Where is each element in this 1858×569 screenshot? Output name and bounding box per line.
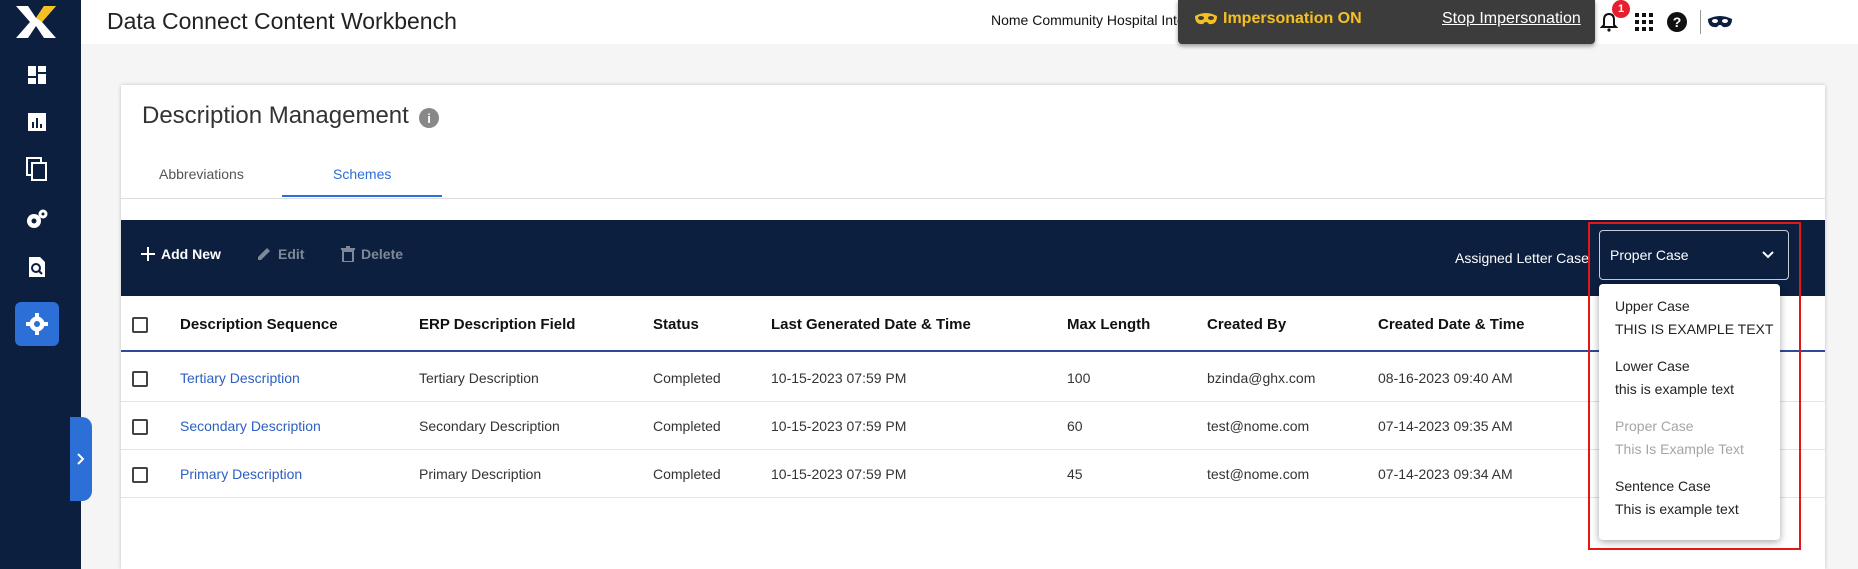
header-divider bbox=[1700, 10, 1701, 34]
description-sequence-link[interactable]: Secondary Description bbox=[180, 418, 321, 434]
cell-status: Completed bbox=[653, 418, 721, 434]
column-header[interactable]: Description Sequence bbox=[180, 316, 338, 333]
select-all-checkbox[interactable] bbox=[132, 317, 148, 333]
impersonate-mask-icon[interactable] bbox=[1707, 9, 1733, 35]
page-title: Description Management bbox=[142, 102, 409, 129]
column-header[interactable]: Max Length bbox=[1067, 316, 1150, 333]
cell-last-generated: 10-15-2023 07:59 PM bbox=[771, 418, 907, 434]
cell-created-date: 07-14-2023 09:34 AM bbox=[1378, 466, 1513, 482]
tab-schemes[interactable]: Schemes bbox=[333, 166, 391, 182]
description-sequence-link[interactable]: Tertiary Description bbox=[180, 370, 300, 386]
sidebar-expand-button[interactable] bbox=[70, 417, 92, 501]
impersonation-status: Impersonation ON bbox=[1223, 10, 1362, 27]
add-new-label: Add New bbox=[161, 246, 221, 262]
cell-created-by: bzinda@ghx.com bbox=[1207, 370, 1316, 386]
column-header[interactable]: Status bbox=[653, 316, 699, 333]
active-tab-indicator bbox=[282, 195, 442, 197]
dashboard-icon[interactable] bbox=[22, 60, 52, 90]
cell-status: Completed bbox=[653, 466, 721, 482]
add-new-button[interactable]: Add New bbox=[141, 246, 221, 262]
apps-grid-icon[interactable] bbox=[1631, 9, 1657, 35]
annotation-highlight-box bbox=[1588, 222, 1801, 550]
delete-label: Delete bbox=[361, 246, 404, 262]
trash-icon bbox=[341, 246, 355, 262]
row-checkbox[interactable] bbox=[132, 467, 148, 483]
plus-icon bbox=[141, 247, 155, 261]
description-management-card: Description Management i Abbreviations S… bbox=[121, 85, 1825, 569]
cell-created-date: 07-14-2023 09:35 AM bbox=[1378, 418, 1513, 434]
app-title: Data Connect Content Workbench bbox=[107, 8, 457, 34]
cell-erp-field: Secondary Description bbox=[419, 418, 560, 434]
tabs-divider bbox=[121, 198, 1825, 199]
info-icon[interactable]: i bbox=[419, 108, 439, 128]
document-search-icon[interactable] bbox=[22, 252, 52, 282]
cell-erp-field: Tertiary Description bbox=[419, 370, 539, 386]
action-toolbar: Add New Edit Delete Assigned Letter Case… bbox=[121, 220, 1825, 296]
cell-max-length: 45 bbox=[1067, 466, 1083, 482]
table-row[interactable]: Secondary Description Secondary Descript… bbox=[121, 402, 1825, 450]
reports-icon[interactable] bbox=[22, 107, 52, 137]
edit-button[interactable]: Edit bbox=[256, 246, 304, 262]
column-header[interactable]: Last Generated Date & Time bbox=[771, 316, 971, 333]
cell-status: Completed bbox=[653, 370, 721, 386]
notification-count-badge: 1 bbox=[1612, 0, 1630, 18]
description-sequence-link[interactable]: Primary Description bbox=[180, 466, 302, 482]
table-header: Description Sequence ERP Description Fie… bbox=[121, 296, 1825, 352]
cell-created-by: test@nome.com bbox=[1207, 466, 1310, 482]
tab-abbreviations[interactable]: Abbreviations bbox=[159, 166, 244, 182]
cell-erp-field: Primary Description bbox=[419, 466, 542, 482]
cell-created-date: 08-16-2023 09:40 AM bbox=[1378, 370, 1513, 386]
mask-icon bbox=[1194, 11, 1218, 32]
sidebar bbox=[0, 0, 81, 569]
edit-label: Edit bbox=[278, 246, 305, 262]
svg-text:?: ? bbox=[1673, 14, 1682, 30]
delete-button[interactable]: Delete bbox=[341, 246, 403, 262]
ghx-logo[interactable] bbox=[14, 4, 58, 40]
column-header[interactable]: Created Date & Time bbox=[1378, 316, 1524, 333]
column-header[interactable]: ERP Description Field bbox=[419, 316, 575, 333]
settings-gears-icon[interactable] bbox=[22, 204, 52, 234]
column-header[interactable]: Created By bbox=[1207, 316, 1286, 333]
assigned-letter-case-label: Assigned Letter Case bbox=[1455, 250, 1589, 266]
cell-max-length: 100 bbox=[1067, 370, 1091, 386]
cell-created-by: test@nome.com bbox=[1207, 418, 1310, 434]
chevron-right-icon bbox=[77, 453, 85, 465]
settings-icon[interactable] bbox=[15, 302, 59, 346]
table-row[interactable]: Tertiary Description Tertiary Descriptio… bbox=[121, 354, 1825, 402]
cell-max-length: 60 bbox=[1067, 418, 1083, 434]
impersonation-banner: Impersonation ON Stop Impersonation bbox=[1178, 0, 1595, 44]
cell-last-generated: 10-15-2023 07:59 PM bbox=[771, 466, 907, 482]
pencil-icon bbox=[258, 248, 270, 260]
cell-last-generated: 10-15-2023 07:59 PM bbox=[771, 370, 907, 386]
content-copy-icon[interactable] bbox=[22, 154, 52, 184]
row-checkbox[interactable] bbox=[132, 419, 148, 435]
table-row[interactable]: Primary Description Primary Description … bbox=[121, 450, 1825, 498]
stop-impersonation-link[interactable]: Stop Impersonation bbox=[1442, 10, 1581, 28]
help-icon[interactable]: ? bbox=[1664, 9, 1690, 35]
row-checkbox[interactable] bbox=[132, 371, 148, 387]
